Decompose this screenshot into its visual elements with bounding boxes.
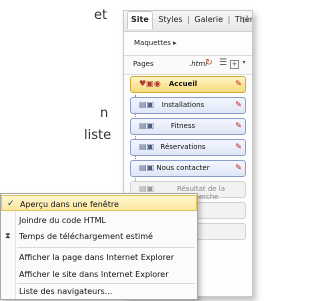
dropdown-icon[interactable]: ▾ bbox=[239, 58, 249, 68]
page-item-nous-contacter[interactable]: ▤▣ Nous contacter ✎ bbox=[130, 160, 246, 177]
pages-label: Pages bbox=[133, 60, 154, 68]
menu-item-afficher-page-ie[interactable]: Afficher la page dans Internet Explorer bbox=[1, 249, 197, 265]
page-name: Installations bbox=[161, 101, 205, 109]
edit-icon[interactable]: ✎ bbox=[235, 79, 242, 88]
chevron-right-icon[interactable]: ▷ bbox=[243, 15, 249, 24]
page-item-reservations[interactable]: ▤▣ Réservations ✎ bbox=[130, 139, 246, 156]
menu-item-afficher-site-ie[interactable]: Afficher le site dans Internet Explorer bbox=[1, 266, 197, 282]
refresh-icon[interactable]: ↻ bbox=[204, 58, 214, 68]
tab-styles[interactable]: Styles bbox=[158, 11, 182, 24]
hourglass-icon: ⧗ bbox=[5, 231, 11, 240]
page-list-icon[interactable]: ☰ bbox=[218, 58, 228, 68]
menu-divider bbox=[17, 247, 195, 248]
background-text-3: liste bbox=[84, 128, 112, 143]
tab-site[interactable]: Site bbox=[127, 11, 153, 29]
background-text-2: n bbox=[100, 106, 109, 121]
page-name: Fitness bbox=[170, 122, 196, 130]
edit-icon[interactable]: ✎ bbox=[235, 142, 242, 151]
tab-galerie[interactable]: Galerie bbox=[194, 11, 223, 24]
pages-toolbar: Pages .html ↻ ☰ + ▾ bbox=[124, 55, 252, 75]
page-item-fitness[interactable]: ▤▣ Fitness ✎ bbox=[130, 118, 246, 135]
page-icon: ▤▣ bbox=[139, 184, 155, 193]
page-name: Accueil bbox=[168, 80, 198, 88]
add-page-icon[interactable]: + bbox=[230, 60, 239, 69]
menu-item-apercu-fenetre[interactable]: ✓ Aperçu dans une fenêtre bbox=[1, 195, 197, 211]
page-item-installations[interactable]: ▤▣ Installations ✎ bbox=[130, 97, 246, 114]
page-name: Nous contacter bbox=[156, 164, 210, 172]
edit-icon[interactable]: ✎ bbox=[235, 163, 242, 172]
maquettes-link[interactable]: Maquettes ▸ bbox=[134, 39, 177, 47]
page-name: Réservations bbox=[160, 143, 206, 151]
preview-context-menu: ✓ Aperçu dans une fenêtre Joindre du cod… bbox=[0, 193, 198, 300]
page-item-accueil[interactable]: ♥▣◉ Accueil ✎ bbox=[130, 76, 246, 93]
background-text-1: et bbox=[94, 8, 108, 23]
menu-item-joindre-code[interactable]: Joindre du code HTML bbox=[1, 212, 197, 228]
menu-item-liste-navigateurs[interactable]: Liste des navigateurs... bbox=[1, 283, 197, 299]
panel-tabs: Site Styles | Galerie | Thèmes Graphique… bbox=[124, 11, 252, 32]
menu-item-temps-telechargement[interactable]: ⧗ Temps de téléchargement estimé bbox=[1, 228, 197, 244]
edit-icon[interactable]: ✎ bbox=[235, 100, 242, 109]
check-icon: ✓ bbox=[7, 199, 15, 209]
edit-icon[interactable]: ✎ bbox=[235, 121, 242, 130]
